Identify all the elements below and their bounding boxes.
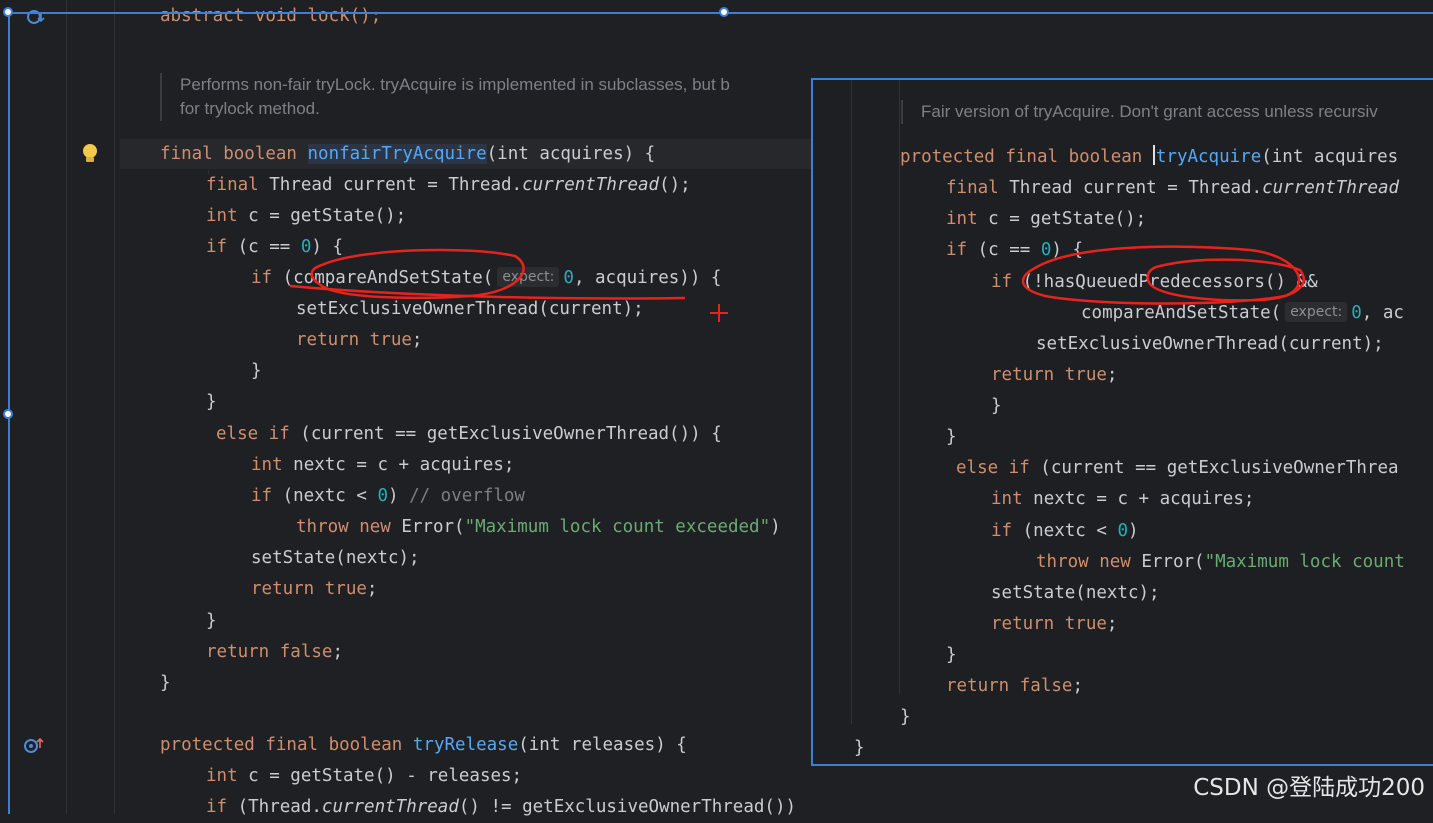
annotation-underline: [289, 284, 686, 300]
watermark: CSDN @登陆成功200: [1193, 775, 1425, 801]
annotation-ellipse: [1146, 258, 1306, 302]
annotation-layer: [289, 245, 1306, 322]
annotation-cursor-mark: [710, 304, 728, 322]
annotation-ellipse: [1021, 245, 1301, 305]
